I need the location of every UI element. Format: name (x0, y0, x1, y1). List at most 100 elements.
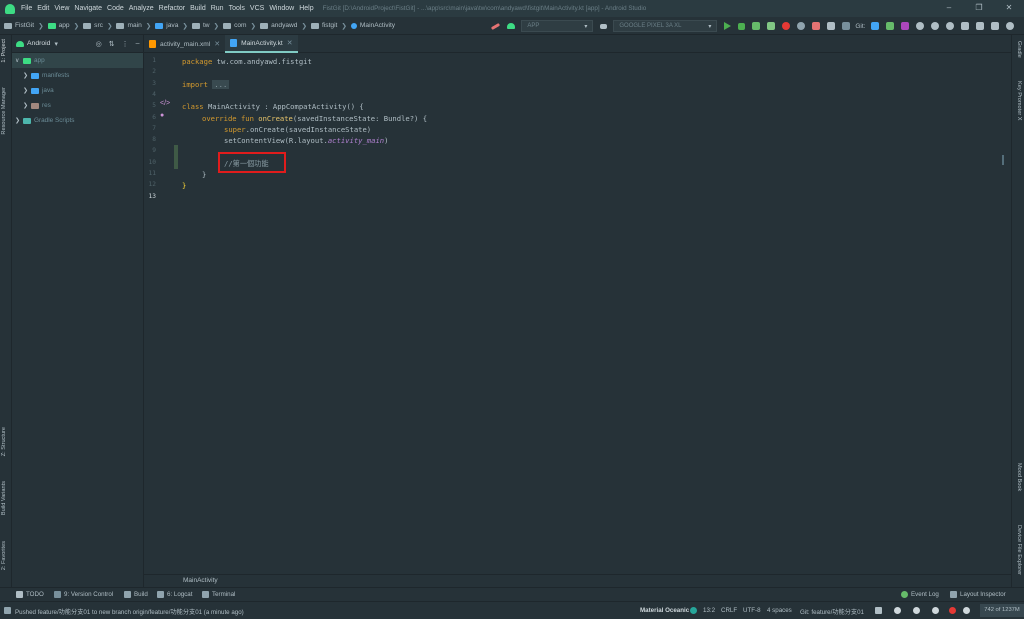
crumb-app[interactable]: app ❯ (47, 22, 79, 30)
tree-item-java[interactable]: ❯ java (12, 83, 143, 98)
project-structure-icon[interactable] (976, 22, 984, 30)
history-icon[interactable] (916, 22, 924, 30)
google-icon[interactable] (963, 607, 970, 614)
close-icon[interactable]: ✕ (214, 40, 220, 48)
menu-vcs[interactable]: VCS (250, 5, 264, 12)
profiler-icon[interactable] (796, 22, 805, 30)
view-mode-select[interactable]: Android (27, 40, 50, 47)
code-editor[interactable]: package tw.com.andyawd.fistgit import ..… (180, 53, 1011, 574)
tab-device-file-explorer[interactable]: Device File Explorer (1016, 525, 1022, 575)
tab-structure[interactable]: Z: Structure (1, 427, 7, 456)
feedback-icon[interactable] (932, 607, 939, 614)
tab-gradle[interactable]: Gradle (1016, 41, 1022, 58)
menu-run[interactable]: Run (211, 5, 224, 12)
run-icon[interactable] (723, 22, 731, 30)
restore-icon[interactable]: ❐ (964, 0, 994, 17)
locate-icon[interactable]: ◎ (96, 40, 102, 48)
line-separator[interactable]: CRLF (721, 607, 737, 614)
close-icon[interactable]: ✕ (287, 39, 293, 47)
tab-favorites[interactable]: 2: Favorites (1, 541, 7, 570)
menu-build[interactable]: Build (190, 5, 206, 12)
menu-navigate[interactable]: Navigate (74, 5, 102, 12)
apply-changes-icon[interactable] (751, 22, 760, 30)
chevron-right-icon[interactable]: ❯ (23, 102, 31, 109)
run-config-select[interactable]: APP ▾ (521, 20, 594, 32)
crumb-mainactivity[interactable]: MainActivity (350, 22, 395, 29)
class-marker-icon[interactable]: </> (160, 100, 170, 107)
tool-build[interactable]: Build (124, 591, 148, 598)
debug-icon[interactable] (737, 22, 745, 30)
layout-icon[interactable] (991, 22, 999, 30)
tree-item-manifests[interactable]: ❯ manifests (12, 68, 143, 83)
smiley-icon[interactable] (894, 607, 901, 614)
tool-todo[interactable]: TODO (16, 591, 44, 598)
tab-mood-book[interactable]: Mood Book (1016, 463, 1022, 491)
git-push-icon[interactable] (901, 22, 909, 30)
sync-icon[interactable] (841, 22, 850, 30)
memory-indicator[interactable]: 742 of 1237M (980, 604, 1024, 617)
crumb-project[interactable]: FistGit ❯ (4, 22, 44, 30)
theme-name[interactable]: Material Oceanic (640, 607, 689, 614)
scrollbar-marker[interactable] (1002, 155, 1004, 165)
crumb-andyawd[interactable]: andyawd ❯ (260, 22, 307, 30)
stop-icon[interactable] (811, 22, 820, 30)
avd-manager-icon[interactable] (826, 22, 835, 30)
menu-edit[interactable]: Edit (37, 5, 49, 12)
tab-activity-main-xml[interactable]: activity_main.xml ✕ (144, 35, 225, 53)
more-options-icon[interactable]: ⋮ (122, 40, 129, 48)
tool-event-log[interactable]: Event Log (901, 591, 939, 598)
git-error-icon[interactable] (949, 607, 956, 614)
menu-view[interactable]: View (54, 5, 69, 12)
override-marker-icon[interactable]: ● (160, 112, 164, 119)
hammer-icon[interactable] (490, 22, 501, 30)
tool-logcat[interactable]: 6: Logcat (157, 591, 192, 598)
menu-window[interactable]: Window (269, 5, 294, 12)
menu-code[interactable]: Code (107, 5, 124, 12)
sdk-manager-icon[interactable] (961, 22, 969, 30)
menu-file[interactable]: File (21, 5, 32, 12)
rollback-icon[interactable] (931, 22, 939, 30)
record-icon[interactable] (781, 22, 790, 30)
crumb-main[interactable]: main ❯ (116, 22, 151, 30)
status-message[interactable]: Pushed feature/功能分支01 to new branch orig… (15, 607, 244, 616)
tool-version-control[interactable]: 9: Version Control (54, 591, 113, 598)
crumb-fistgit[interactable]: fistgit ❯ (311, 22, 347, 30)
git-branch[interactable]: Git: feature/功能分支01 (800, 607, 864, 616)
crumb-java[interactable]: java ❯ (155, 22, 188, 30)
crumb-tw[interactable]: tw ❯ (191, 22, 219, 30)
caret-position[interactable]: 13:2 (703, 607, 715, 614)
hide-icon[interactable]: – (136, 40, 140, 48)
breadcrumb-mainactivity[interactable]: MainActivity (183, 577, 218, 584)
tab-build-variants[interactable]: Build Variants (1, 481, 7, 515)
tab-project[interactable]: 1: Project (1, 39, 7, 63)
file-encoding[interactable]: UTF-8 (743, 607, 761, 614)
tree-item-app[interactable]: ∨ app (12, 53, 143, 68)
menu-help[interactable]: Help (299, 5, 313, 12)
git-update-icon[interactable] (871, 22, 879, 30)
crumb-com[interactable]: com ❯ (223, 22, 256, 30)
git-commit-icon[interactable] (886, 22, 894, 30)
coverage-icon[interactable] (766, 22, 775, 30)
inspector-icon[interactable] (913, 607, 920, 614)
settings-icon[interactable] (946, 22, 954, 30)
tree-item-res[interactable]: ❯ res (12, 98, 143, 113)
menu-analyze[interactable]: Analyze (129, 5, 154, 12)
device-select[interactable]: GOOGLE PIXEL 3A XL ▾ (613, 20, 718, 32)
lock-icon[interactable] (875, 607, 882, 614)
tab-mainactivity-kt[interactable]: MainActivity.kt ✕ (225, 35, 298, 53)
chevron-down-icon[interactable]: ∨ (15, 57, 23, 64)
chevron-down-icon[interactable]: ▾ (54, 40, 57, 48)
tool-terminal[interactable]: Terminal (202, 591, 235, 598)
tab-resource-manager[interactable]: Resource Manager (1, 87, 7, 135)
chevron-right-icon[interactable]: ❯ (23, 72, 31, 79)
menu-tools[interactable]: Tools (229, 5, 245, 12)
minimize-icon[interactable]: – (934, 0, 964, 17)
tab-key-promoter[interactable]: Key Promoter X (1016, 81, 1022, 120)
close-icon[interactable]: ✕ (994, 0, 1024, 17)
indent-setting[interactable]: 4 spaces (767, 607, 792, 614)
search-icon[interactable] (1006, 22, 1014, 30)
collapse-icon[interactable]: ⇅ (109, 40, 115, 48)
chevron-right-icon[interactable]: ❯ (15, 117, 23, 124)
folded-imports[interactable]: ... (212, 79, 230, 89)
menu-refactor[interactable]: Refactor (159, 5, 185, 12)
